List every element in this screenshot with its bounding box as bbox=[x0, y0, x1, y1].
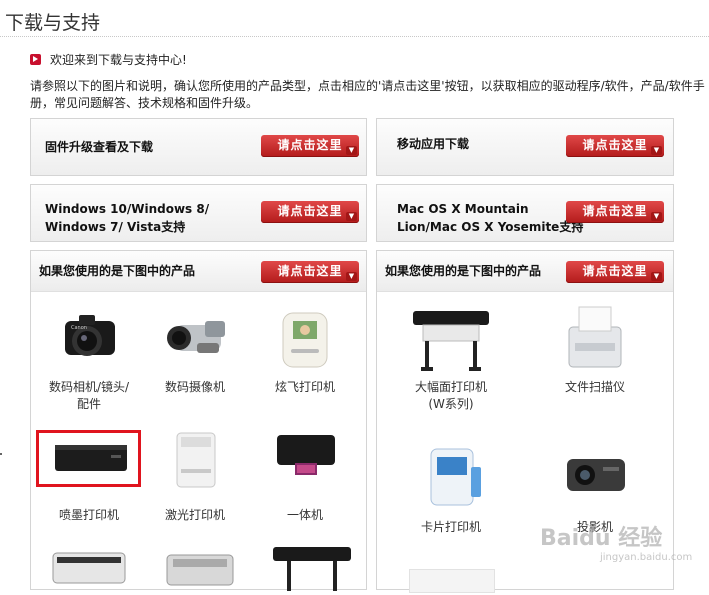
bullet-dot bbox=[0, 453, 2, 455]
projector-icon bbox=[545, 441, 645, 513]
button-label: 请点击这里 bbox=[582, 138, 648, 152]
product-label: 激光打印机 bbox=[164, 508, 225, 522]
chevron-down-icon: ▼ bbox=[651, 146, 662, 155]
large-format-printer-small-icon bbox=[267, 539, 357, 595]
button-label: 请点击这里 bbox=[277, 138, 343, 152]
firmware-label: 固件升级查看及下载 bbox=[45, 140, 154, 154]
product-label: 一体机 bbox=[286, 508, 323, 522]
firmware-panel: 固件升级查看及下载 请点击这里 ▼ bbox=[30, 118, 367, 176]
button-label: 请点击这里 bbox=[582, 264, 648, 278]
product-document-scanner[interactable]: 文件扫描仪 bbox=[537, 303, 653, 396]
product-all-in-one[interactable]: 一体机 bbox=[247, 429, 363, 524]
product-label: 喷墨打印机 bbox=[58, 508, 119, 522]
right-products-header: 如果您使用的是下图中的产品 bbox=[385, 264, 542, 278]
mobile-app-click-button[interactable]: 请点击这里 ▼ bbox=[566, 135, 664, 157]
left-products-panel: 如果您使用的是下图中的产品 请点击这里 ▼ Canon 数码相机/镜头/ 配件 bbox=[30, 250, 367, 591]
partial-product-icon bbox=[409, 569, 495, 593]
arrow-bullet-icon bbox=[30, 54, 41, 65]
intro-paragraph: 请参照以下的图片和说明，确认您所使用的产品类型，点击相应的'请点击这里'按钮，以… bbox=[30, 79, 705, 110]
product-label: 大幅面打印机 bbox=[414, 380, 487, 394]
watermark-url: jingyan.baidu.com bbox=[600, 552, 693, 563]
mac-label-line1: Mac OS X Mountain bbox=[397, 202, 529, 216]
windows-click-button[interactable]: 请点击这里 ▼ bbox=[261, 201, 359, 223]
button-label: 请点击这里 bbox=[277, 264, 343, 278]
product-card-printer[interactable]: 卡片打印机 bbox=[393, 441, 509, 536]
left-products-header: 如果您使用的是下图中的产品 bbox=[39, 264, 196, 278]
product-label: 卡片打印机 bbox=[420, 520, 481, 534]
windows-panel: Windows 10/Windows 8/ Windows 7/ Vista支持… bbox=[30, 184, 367, 242]
mac-label-line2: Lion/Mac OS X Yosemite支持 bbox=[397, 220, 584, 234]
camera-icon: Canon bbox=[39, 303, 139, 375]
windows-label-line2: Windows 7/ Vista支持 bbox=[45, 220, 186, 234]
desktop-printer-icon bbox=[157, 543, 247, 595]
scanner-icon bbox=[47, 543, 137, 595]
welcome-line: 欢迎来到下载与支持中心! bbox=[30, 51, 187, 68]
button-label: 请点击这里 bbox=[582, 204, 648, 218]
chevron-down-icon: ▼ bbox=[346, 212, 357, 221]
product-camcorder[interactable]: 数码摄像机 bbox=[137, 303, 253, 396]
product-label: 文件扫描仪 bbox=[564, 380, 625, 394]
product-large-format[interactable]: 大幅面打印机 (W系列) bbox=[393, 303, 509, 413]
product-photo-printer[interactable]: 炫飞打印机 bbox=[247, 303, 363, 396]
button-label: 请点击这里 bbox=[277, 204, 343, 218]
left-products-click-button[interactable]: 请点击这里 ▼ bbox=[261, 261, 359, 283]
mac-panel: Mac OS X Mountain Lion/Mac OS X Yosemite… bbox=[376, 184, 674, 242]
product-label: 数码摄像机 bbox=[164, 380, 225, 394]
laser-printer-icon bbox=[145, 429, 245, 501]
mac-click-button[interactable]: 请点击这里 ▼ bbox=[566, 201, 664, 223]
product-label: 炫飞打印机 bbox=[274, 380, 335, 394]
mobile-app-label: 移动应用下载 bbox=[397, 137, 470, 151]
all-in-one-printer-icon bbox=[255, 429, 355, 501]
document-scanner-icon bbox=[545, 303, 645, 375]
windows-label: Windows 10/Windows 8/ Windows 7/ Vista支持 bbox=[45, 200, 209, 236]
mac-label: Mac OS X Mountain Lion/Mac OS X Yosemite… bbox=[397, 200, 583, 236]
chevron-down-icon: ▼ bbox=[651, 272, 662, 281]
product-label-line2: (W系列) bbox=[428, 397, 474, 411]
chevron-down-icon: ▼ bbox=[346, 146, 357, 155]
welcome-text: 欢迎来到下载与支持中心! bbox=[50, 53, 187, 67]
watermark-logo: Baidu 经验 bbox=[540, 526, 663, 551]
photo-printer-icon bbox=[255, 303, 355, 375]
product-camera[interactable]: Canon 数码相机/镜头/ 配件 bbox=[31, 303, 147, 413]
chevron-down-icon: ▼ bbox=[651, 212, 662, 221]
firmware-click-button[interactable]: 请点击这里 ▼ bbox=[261, 135, 359, 157]
product-laser-printer[interactable]: 激光打印机 bbox=[137, 429, 253, 524]
svg-text:Canon: Canon bbox=[71, 325, 87, 331]
windows-label-line1: Windows 10/Windows 8/ bbox=[45, 202, 210, 216]
camcorder-icon bbox=[145, 303, 245, 375]
product-label: 数码相机/镜头/ bbox=[48, 380, 130, 394]
selected-highlight bbox=[36, 430, 141, 487]
product-label-line2: 配件 bbox=[76, 397, 101, 411]
right-products-click-button[interactable]: 请点击这里 ▼ bbox=[566, 261, 664, 283]
chevron-down-icon: ▼ bbox=[346, 272, 357, 281]
title-divider bbox=[0, 36, 709, 37]
large-format-printer-icon bbox=[401, 303, 501, 375]
mobile-app-panel: 移动应用下载 请点击这里 ▼ bbox=[376, 118, 674, 176]
page-title: 下载与支持 bbox=[5, 12, 101, 34]
card-printer-icon bbox=[401, 441, 501, 513]
